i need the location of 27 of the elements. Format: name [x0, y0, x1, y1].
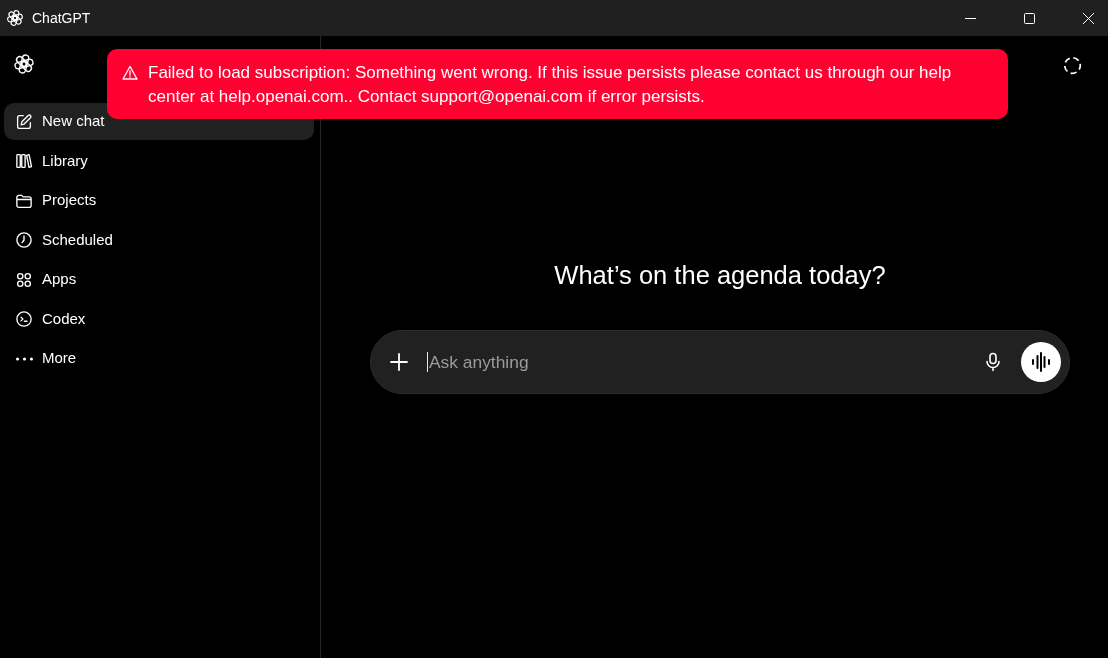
- sidebar-item[interactable]: Scheduled: [4, 221, 314, 259]
- compose-icon: [15, 112, 33, 131]
- dots-icon: [16, 356, 33, 361]
- grid-circles-icon: [15, 270, 33, 289]
- warning-icon: [122, 65, 138, 81]
- greeting-heading: What’s on the agenda today?: [553, 260, 887, 291]
- text-cursor-icon: [427, 352, 428, 372]
- books-icon: [15, 152, 33, 170]
- message-input[interactable]: Ask anything: [428, 347, 975, 377]
- plus-icon: [389, 352, 409, 372]
- sidebar-item[interactable]: Apps: [4, 261, 314, 298]
- sidebar-item[interactable]: Projects: [4, 182, 314, 219]
- sidebar-item[interactable]: Library: [4, 142, 314, 180]
- close-icon: [1082, 12, 1094, 24]
- sidebar-item[interactable]: Codex: [4, 300, 314, 338]
- app-logo-icon: [13, 53, 35, 75]
- sidebar-item[interactable]: More: [4, 340, 314, 377]
- terminal-bubble-icon: [15, 310, 33, 328]
- maximize-icon: [1023, 12, 1035, 24]
- message-composer-field[interactable]: Ask anything: [370, 330, 1070, 394]
- app-logo-icon: [6, 9, 24, 27]
- clock-icon: [15, 231, 33, 249]
- voice-button[interactable]: [1021, 342, 1061, 382]
- waveform-icon: [1030, 351, 1052, 373]
- window-title: ChatGPT: [32, 8, 91, 28]
- dashed-circle-icon: [1062, 55, 1082, 75]
- microphone-icon: [983, 352, 1003, 372]
